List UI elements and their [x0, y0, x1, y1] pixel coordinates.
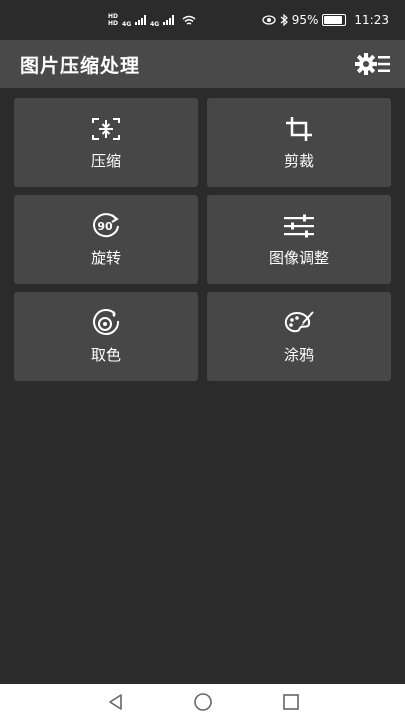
rotate-icon-text: 90	[97, 220, 113, 233]
doodle-tile[interactable]: 涂鸦	[207, 292, 391, 381]
status-bar: HD HD 4G 4G 95% 11:23	[0, 0, 405, 40]
sliders-icon	[282, 211, 316, 241]
crop-tile[interactable]: 剪裁	[207, 98, 391, 187]
palette-icon	[282, 308, 316, 338]
eye-icon	[262, 15, 276, 25]
hd-indicator: HD HD	[108, 13, 118, 27]
network-label-2: 4G	[150, 20, 160, 28]
hd-label-1: HD	[108, 13, 119, 20]
system-nav-bar	[0, 684, 405, 720]
color-picker-label: 取色	[90, 346, 121, 364]
clock: 11:23	[354, 13, 389, 27]
rotate-90-icon: 90	[89, 211, 123, 241]
color-picker-icon	[89, 308, 123, 338]
crop-icon	[282, 114, 316, 144]
rotate-tile[interactable]: 90 旋转	[14, 195, 198, 284]
compress-tile[interactable]: 压缩	[14, 98, 198, 187]
app-bar: 图片压缩处理	[0, 40, 405, 88]
gear-menu-icon	[355, 52, 391, 76]
recents-button[interactable]	[279, 690, 303, 714]
network-label-1: 4G	[122, 20, 132, 28]
app-title: 图片压缩处理	[20, 54, 141, 77]
hd-label-2: HD	[108, 20, 119, 27]
wifi-icon	[182, 15, 196, 26]
status-right: 95% 11:23	[262, 13, 389, 27]
home-button[interactable]	[191, 690, 215, 714]
compress-label: 压缩	[90, 152, 121, 170]
compress-icon	[89, 114, 123, 144]
image-adjust-label: 图像调整	[268, 249, 329, 267]
recents-icon	[282, 693, 300, 711]
battery-percent: 95%	[291, 13, 319, 27]
bluetooth-icon	[280, 14, 288, 26]
settings-button[interactable]	[355, 48, 391, 80]
back-icon	[107, 693, 123, 711]
home-icon	[193, 692, 213, 712]
status-left: HD HD 4G 4G	[108, 13, 196, 28]
signal-icon	[135, 15, 147, 25]
feature-grid: 压缩 剪裁 90 旋转 图像调整 取色 涂鸦	[14, 98, 391, 381]
doodle-label: 涂鸦	[283, 346, 314, 364]
signal-icon-2	[163, 15, 175, 25]
battery-icon	[322, 14, 347, 26]
image-adjust-tile[interactable]: 图像调整	[207, 195, 391, 284]
crop-label: 剪裁	[283, 152, 314, 170]
rotate-label: 旋转	[90, 249, 121, 267]
back-button[interactable]	[103, 690, 127, 714]
color-picker-tile[interactable]: 取色	[14, 292, 198, 381]
